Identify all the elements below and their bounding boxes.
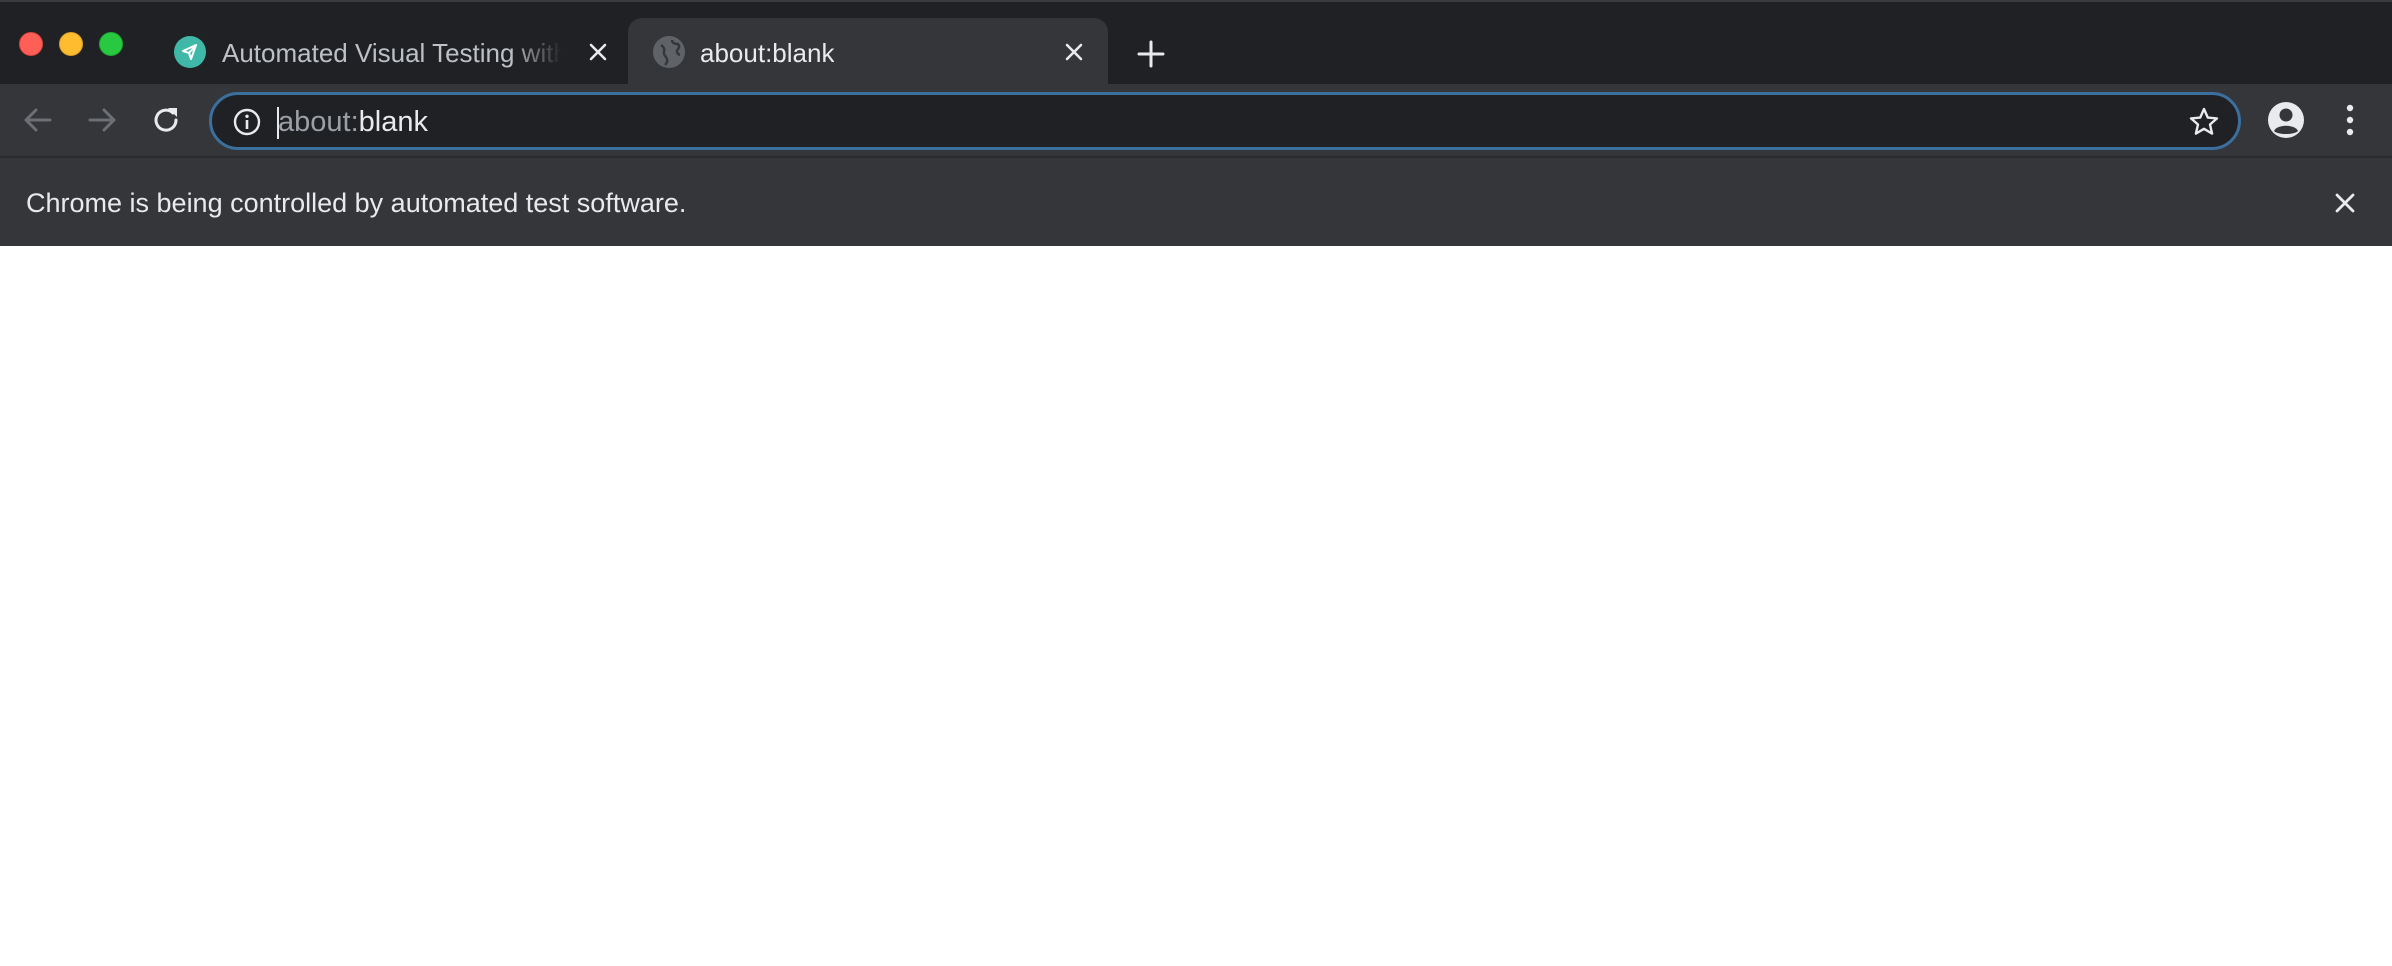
plus-icon xyxy=(1137,40,1165,68)
close-icon[interactable] xyxy=(584,38,612,66)
bookmark-star-icon[interactable] xyxy=(2187,105,2221,139)
paper-plane-icon xyxy=(174,36,206,68)
browser-menu-button[interactable] xyxy=(2334,100,2366,140)
tab-strip: Automated Visual Testing with about:blan… xyxy=(0,0,2392,86)
address-text[interactable]: about:blank xyxy=(278,105,428,139)
tab-title: about:blank xyxy=(700,38,835,68)
window-minimize-button[interactable] xyxy=(59,32,83,56)
tab-about-blank[interactable]: about:blank xyxy=(628,18,1108,86)
toolbar: about:blank xyxy=(0,84,2392,156)
window-zoom-button[interactable] xyxy=(99,32,123,56)
globe-icon xyxy=(653,36,685,68)
browser-window: Automated Visual Testing with about:blan… xyxy=(0,0,2392,966)
close-icon[interactable] xyxy=(2330,188,2360,218)
info-icon[interactable] xyxy=(232,107,262,137)
forward-button[interactable] xyxy=(84,102,120,138)
profile-button[interactable] xyxy=(2266,100,2306,140)
account-icon xyxy=(2268,102,2304,138)
new-tab-button[interactable] xyxy=(1133,36,1169,72)
more-vertical-icon xyxy=(2346,104,2354,136)
address-bar[interactable]: about:blank xyxy=(209,92,2241,150)
url-scheme: about: xyxy=(278,106,359,138)
page-content xyxy=(0,246,2392,966)
arrow-left-icon xyxy=(24,108,52,132)
window-close-button[interactable] xyxy=(19,32,43,56)
automation-infobar: Chrome is being controlled by automated … xyxy=(0,156,2392,246)
tab-title: Automated Visual Testing with xyxy=(222,38,562,68)
tab-automated-visual-testing[interactable]: Automated Visual Testing with xyxy=(160,18,620,86)
arrow-right-icon xyxy=(88,108,116,132)
close-icon[interactable] xyxy=(1060,38,1088,66)
infobar-message: Chrome is being controlled by automated … xyxy=(26,188,687,218)
reload-icon xyxy=(154,108,178,132)
back-button[interactable] xyxy=(20,102,56,138)
url-host: blank xyxy=(358,106,428,138)
reload-button[interactable] xyxy=(148,102,184,138)
